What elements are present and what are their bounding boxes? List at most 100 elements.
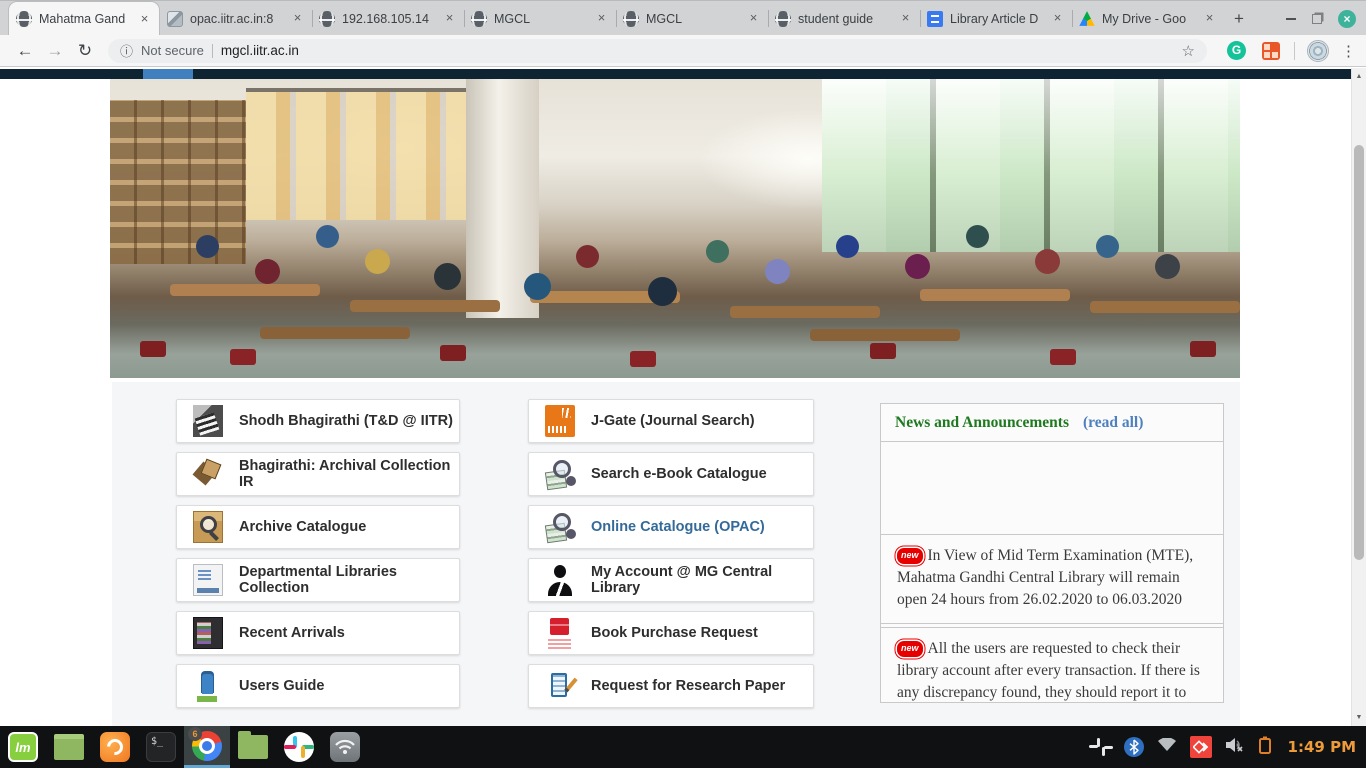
system-tray: 1:49 PM [1091, 726, 1366, 768]
users-guide-icon [193, 670, 223, 702]
wifi-icon [330, 732, 360, 762]
show-desktop-button[interactable] [46, 726, 92, 768]
quick-link-button[interactable]: My Account @ MG Central Library [528, 558, 814, 602]
globe-favicon [16, 11, 32, 27]
browser-tab[interactable]: MGCL × [616, 1, 768, 36]
firefox-launcher[interactable] [92, 726, 138, 768]
photo-bookshelves [110, 100, 246, 264]
quick-link-button[interactable]: Users Guide [176, 664, 460, 708]
tab-close-icon[interactable]: × [1202, 11, 1217, 26]
minimize-button[interactable] [1286, 18, 1296, 20]
reload-icon[interactable]: ↻ [70, 41, 100, 61]
tab-close-icon[interactable]: × [1050, 11, 1065, 26]
terminal-launcher[interactable]: $_ [138, 726, 184, 768]
tab-close-icon[interactable]: × [290, 11, 305, 26]
archive-catalogue-icon [193, 511, 223, 543]
browser-menu-icon[interactable]: ⋮ [1341, 42, 1356, 60]
browser-tab[interactable]: My Drive - Goo × [1072, 1, 1224, 36]
departmental-libraries-icon [193, 564, 223, 596]
slack-bar [1104, 746, 1113, 749]
news-panel: News and Announcements (read all) newIn … [880, 403, 1224, 703]
tab-close-icon[interactable]: × [746, 11, 761, 26]
extension-grid-icon[interactable] [1262, 42, 1280, 60]
research-paper-icon [545, 670, 575, 702]
quick-link-button[interactable]: Recent Arrivals [176, 611, 460, 655]
links-column-middle: J-Gate (Journal Search) Search e-Book Ca… [528, 399, 814, 717]
quick-link-button[interactable]: Archive Catalogue [176, 505, 460, 549]
wifi-tray-icon[interactable] [1157, 738, 1177, 757]
tab-close-icon[interactable]: × [442, 11, 457, 26]
quick-link-button[interactable]: Departmental Libraries Collection [176, 558, 460, 602]
tab-close-icon[interactable]: × [594, 11, 609, 26]
read-all-link[interactable]: (read all) [1083, 414, 1143, 432]
quick-link-button[interactable]: Request for Research Paper [528, 664, 814, 708]
browser-tab-strip: Mahatma Gand × opac.iitr.ac.in:8 × 192.1… [0, 0, 1366, 35]
quick-link-button[interactable]: Book Purchase Request [528, 611, 814, 655]
url-text[interactable]: mgcl.iitr.ac.in [221, 43, 1174, 58]
files-launcher[interactable] [230, 726, 276, 768]
quick-link-button[interactable]: Shodh Bhagirathi (T&D @ IITR) [176, 399, 460, 443]
quick-link-label: My Account @ MG Central Library [591, 564, 813, 596]
tab-title: My Drive - Goo [1102, 12, 1195, 26]
gdrive-favicon [1079, 11, 1095, 27]
scrollbar-thumb[interactable] [1354, 145, 1364, 560]
back-icon[interactable]: ← [10, 41, 40, 61]
restore-button[interactable] [1312, 14, 1322, 24]
quick-link-label: Archive Catalogue [239, 519, 366, 535]
slack-bar [301, 746, 305, 758]
news-item: newIn View of Mid Term Examination (MTE)… [881, 534, 1223, 624]
scroll-down-icon[interactable]: ▼ [1352, 714, 1366, 721]
quick-link-button[interactable]: Search e-Book Catalogue [528, 452, 814, 496]
slack-bar [284, 745, 296, 749]
taskbar-clock[interactable]: 1:49 PM [1288, 738, 1356, 756]
slack-icon [284, 732, 314, 762]
browser-tab[interactable]: opac.iitr.ac.in:8 × [160, 1, 312, 36]
browser-tab[interactable]: MGCL × [464, 1, 616, 36]
tab-title: 192.168.105.14 [342, 12, 435, 26]
globe-favicon [623, 11, 639, 27]
tab-title: Library Article D [950, 12, 1043, 26]
tab-close-icon[interactable]: × [898, 11, 913, 26]
bluetooth-icon[interactable] [1124, 737, 1144, 757]
chrome-taskbar-button[interactable]: 6 [184, 726, 230, 768]
profile-avatar[interactable] [1307, 40, 1329, 62]
mint-menu-button[interactable]: lm [0, 726, 46, 768]
browser-tab[interactable]: student guide × [768, 1, 920, 36]
tab-title: opac.iitr.ac.in:8 [190, 12, 283, 26]
volume-muted-icon[interactable] [1225, 737, 1245, 758]
news-list: newIn View of Mid Term Examination (MTE)… [881, 534, 1223, 703]
quick-link-label: Request for Research Paper [591, 678, 785, 694]
quick-link-button[interactable]: J-Gate (Journal Search) [528, 399, 814, 443]
quick-link-label: Departmental Libraries Collection [239, 564, 459, 596]
scroll-up-icon[interactable]: ▲ [1352, 73, 1366, 80]
page-scrollbar[interactable]: ▲ ▼ [1351, 68, 1366, 726]
network-launcher[interactable] [322, 726, 368, 768]
news-item-text: In View of Mid Term Examination (MTE), M… [897, 547, 1193, 608]
new-tab-button[interactable]: + [1224, 1, 1254, 36]
tab-title: MGCL [494, 12, 587, 26]
browser-tab[interactable]: 192.168.105.14 × [312, 1, 464, 36]
quick-link-button[interactable]: Online Catalogue (OPAC) [528, 505, 814, 549]
close-window-button[interactable]: × [1338, 10, 1356, 28]
browser-tab[interactable]: Mahatma Gand × [8, 1, 160, 36]
slack-tray-icon[interactable] [1091, 737, 1111, 757]
quick-link-label: Bhagirathi: Archival Collection IR [239, 458, 459, 490]
forward-icon[interactable]: → [40, 41, 70, 61]
tab-close-icon[interactable]: × [137, 12, 152, 27]
battery-icon[interactable] [1258, 735, 1272, 760]
browser-tab[interactable]: Library Article D × [920, 1, 1072, 36]
globe-favicon [775, 11, 791, 27]
bookmark-star-icon[interactable]: ☆ [1182, 42, 1195, 60]
desktop-screen: Mahatma Gand × opac.iitr.ac.in:8 × 192.1… [0, 0, 1366, 768]
info-icon[interactable]: ⓘ [120, 41, 133, 60]
slack-launcher[interactable] [276, 726, 322, 768]
page-viewport: Shodh Bhagirathi (T&D @ IITR) Bhagirathi… [0, 68, 1351, 726]
anydesk-icon[interactable] [1190, 736, 1212, 758]
active-nav-item[interactable] [143, 69, 193, 79]
address-bar[interactable]: ⓘ Not secure mgcl.iitr.ac.in ☆ [108, 39, 1207, 63]
quick-link-button[interactable]: Bhagirathi: Archival Collection IR [176, 452, 460, 496]
terminal-icon: $_ [146, 732, 176, 762]
gdocs-favicon [927, 11, 943, 27]
grammarly-extension-icon[interactable]: G [1227, 41, 1246, 60]
globe-favicon [471, 11, 487, 27]
